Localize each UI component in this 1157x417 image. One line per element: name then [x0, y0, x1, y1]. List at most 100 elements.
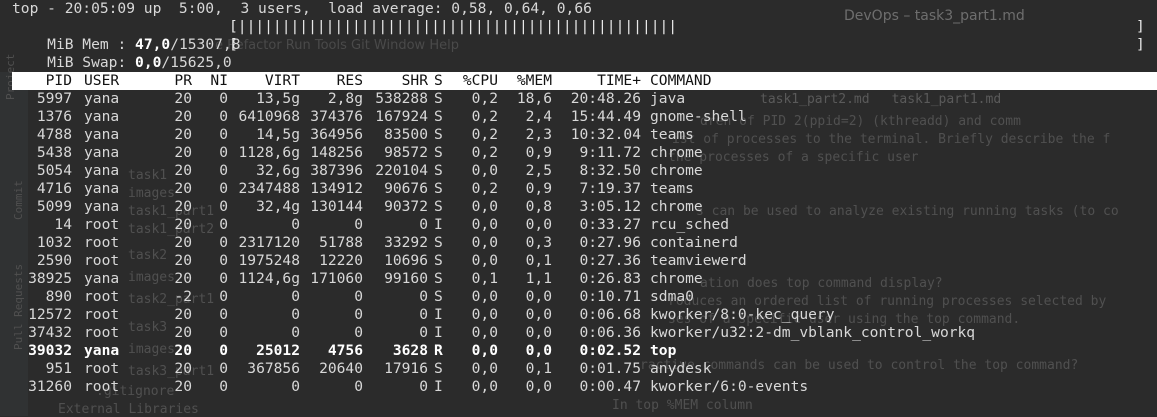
- swap-usage-bar-end: ]: [1136, 36, 1145, 53]
- process-mem: 2,3: [525, 126, 552, 143]
- process-cmd: anydesk: [650, 360, 712, 377]
- process-user: yana: [84, 342, 120, 359]
- process-time: 0:00.47: [579, 378, 641, 395]
- process-cpu: 0,2: [471, 90, 498, 107]
- process-pid: 39032: [28, 342, 72, 359]
- process-pid: 38925: [28, 270, 72, 287]
- process-user: root: [84, 324, 120, 341]
- process-virt: 32,4g: [256, 198, 300, 215]
- process-res: 12220: [319, 252, 363, 269]
- process-virt: 32,6g: [256, 162, 300, 179]
- process-pid: 14: [54, 216, 72, 233]
- process-row: 5054 yana 20 0 32,6g 387396 220104 S 0,0 2,5 8:32.…: [12, 162, 1157, 180]
- process-pid: 5438: [36, 144, 72, 161]
- process-s: S: [434, 90, 443, 107]
- top-summary-line: top - 20:05:09 up 5:00, 3 users, load av…: [12, 0, 592, 17]
- process-pr: 20: [174, 360, 192, 377]
- process-time: 10:32.04: [570, 126, 641, 143]
- process-table-header: PID USER PR NI VIRT RES SHR S %CPU %MEM TIME+ COMMA…: [12, 72, 1157, 90]
- process-pr: 20: [174, 270, 192, 287]
- process-cmd: teamviewerd: [650, 252, 747, 269]
- process-pr: 20: [174, 234, 192, 251]
- process-user: yana: [84, 270, 120, 287]
- mem-usage-bar: [|||||||||||||||||||||||||||||||||||||||…: [229, 18, 678, 35]
- process-time: 8:32.50: [579, 162, 641, 179]
- process-user: yana: [84, 108, 120, 125]
- process-virt: 0: [291, 306, 300, 323]
- process-row: 1032 root 20 0 2317120 51788 33292 S 0,0 0,3 0:27.…: [12, 234, 1157, 252]
- process-mem: 0,3: [525, 234, 552, 251]
- process-pr: 20: [174, 126, 192, 143]
- column-header-pid: PID: [45, 72, 72, 89]
- process-mem: 0,0: [525, 324, 552, 341]
- process-row: 5099 yana 20 0 32,4g 130144 90372 S 0,0 0,8 3:05.1…: [12, 198, 1157, 216]
- process-ni: 0: [219, 360, 228, 377]
- process-cpu: 0,1: [471, 270, 498, 287]
- process-shr: 0: [419, 324, 428, 341]
- process-virt: 2347488: [238, 180, 300, 197]
- process-pid: 2590: [36, 252, 72, 269]
- process-res: 0: [354, 216, 363, 233]
- swap-usage-bar: [: [229, 36, 238, 53]
- process-pr: 20: [174, 180, 192, 197]
- column-header-res: RES: [336, 72, 363, 89]
- process-shr: 99160: [384, 270, 428, 287]
- process-pr: 20: [174, 216, 192, 233]
- process-ni: 0: [219, 162, 228, 179]
- process-s: S: [434, 288, 443, 305]
- process-row: 14 root 20 0 0 0 0 I 0,0 0,0 0:33.27 rcu_sched: [12, 216, 1157, 234]
- process-cpu: 0,0: [471, 306, 498, 323]
- process-res: 364956: [310, 126, 363, 143]
- process-row: 5438 yana 20 0 1128,6g 148256 98572 S 0,2 0,9 9:11…: [12, 144, 1157, 162]
- process-ni: 0: [219, 198, 228, 215]
- process-s: I: [434, 306, 443, 323]
- process-time: 20:48.26: [570, 90, 641, 107]
- process-pid: 5099: [36, 198, 72, 215]
- process-time: 0:27.36: [579, 252, 641, 269]
- process-res: 130144: [310, 198, 363, 215]
- process-shr: 90676: [384, 180, 428, 197]
- process-time: 0:06.68: [579, 306, 641, 323]
- process-s: I: [434, 324, 443, 341]
- process-row: 890 root -2 0 0 0 0 S 0,0 0,0 0:10.71 sdma0: [12, 288, 1157, 306]
- process-cpu: 0,0: [471, 216, 498, 233]
- process-res: 20640: [319, 360, 363, 377]
- process-ni: 0: [219, 234, 228, 251]
- process-time: 0:10.71: [579, 288, 641, 305]
- process-row: 5997 yana 20 0 13,5g 2,8g 538288 S 0,2 18,6 20:48.…: [12, 90, 1157, 108]
- process-ni: 0: [219, 342, 228, 359]
- process-row: 31260 root 20 0 0 0 0 I 0,0 0,0 0:00.47 kworker/6:0…: [12, 378, 1157, 396]
- process-cmd: teams: [650, 180, 694, 197]
- process-pid: 31260: [28, 378, 72, 395]
- process-ni: 0: [219, 180, 228, 197]
- process-virt: 367856: [247, 360, 300, 377]
- process-cpu: 0,0: [471, 360, 498, 377]
- process-cpu: 0,2: [471, 144, 498, 161]
- process-s: S: [434, 360, 443, 377]
- process-cpu: 0,0: [471, 162, 498, 179]
- swap-line: MiB Swap: 0,0/15625,0: [12, 36, 232, 71]
- process-pr: 20: [174, 252, 192, 269]
- process-user: yana: [84, 198, 120, 215]
- process-row: 951 root 20 0 367856 20640 17916 S 0,0 0,1 0:01.75…: [12, 360, 1157, 378]
- swap-total-value: /15625,0: [161, 54, 232, 71]
- process-mem: 0,0: [525, 342, 552, 359]
- process-time: 0:26.83: [579, 270, 641, 287]
- process-shr: 17916: [384, 360, 428, 377]
- process-time: 0:33.27: [579, 216, 641, 233]
- process-shr: 0: [419, 288, 428, 305]
- process-pid: 12572: [28, 306, 72, 323]
- process-pr: -2: [174, 288, 192, 305]
- process-mem: 0,0: [525, 288, 552, 305]
- process-row: 38925 yana 20 0 1124,6g 171060 99160 S 0,1 1,1 0:2…: [12, 270, 1157, 288]
- process-user: root: [84, 360, 120, 377]
- process-cmd: kworker/u32:2-dm_vblank_control_workq: [650, 324, 976, 341]
- process-res: 0: [354, 306, 363, 323]
- process-time: 9:11.72: [579, 144, 641, 161]
- process-cmd: teams: [650, 126, 694, 143]
- process-user: root: [84, 234, 120, 251]
- process-pid: 890: [45, 288, 72, 305]
- process-row: 4716 yana 20 0 2347488 134912 90676 S 0,2 0,9 7:19…: [12, 180, 1157, 198]
- process-s: S: [434, 180, 443, 197]
- terminal-top-output[interactable]: top - 20:05:09 up 5:00, 3 users, load av…: [0, 0, 1157, 416]
